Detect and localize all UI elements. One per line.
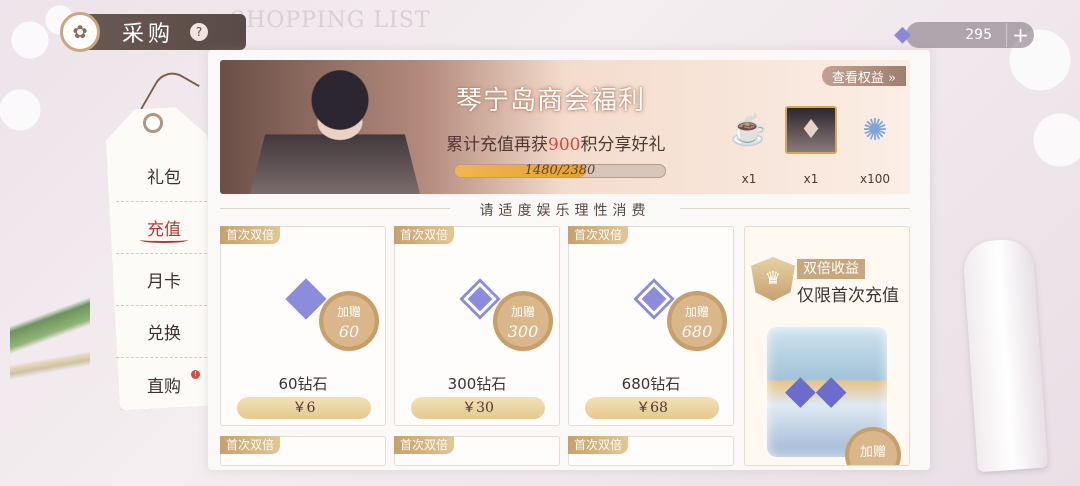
product-card-300[interactable]: 首次双倍 ◈ 加赠 300 300钻石 ￥30 — [394, 226, 560, 426]
diamond-icon: ◆ — [894, 22, 911, 47]
nav-label: 直购 — [147, 376, 181, 397]
character-illustration — [250, 60, 420, 194]
diamond-amount: 295 — [965, 27, 992, 43]
banner-points: 900 — [548, 135, 581, 155]
product-name: 300钻石 — [447, 375, 507, 393]
crown-shield-icon: ♛ — [751, 257, 795, 301]
reward-coffee[interactable]: ☕ x1 — [720, 106, 778, 187]
banner-sub-pre: 累计充值再获 — [446, 135, 548, 155]
bonus-seal: 加赠 60 — [319, 291, 379, 351]
bonus-label: 加赠 — [684, 305, 709, 319]
bonus-label: 加赠 — [510, 305, 535, 319]
coin-icon: ✺ — [862, 112, 888, 148]
first-double-badge: 首次双倍 — [568, 226, 629, 244]
nav-item-gift-pack[interactable]: 礼包 — [116, 150, 212, 202]
progress-text: 1480/2380 — [524, 163, 596, 178]
reward-qty: x1 — [741, 172, 757, 186]
shop-header: ✿ 采购 ? — [60, 12, 246, 52]
bonus-seal: 加赠 300 — [493, 291, 553, 351]
nav-label: 兑换 — [147, 324, 181, 344]
banner-subtitle: 累计充值再获900积分享好礼 — [446, 130, 665, 155]
buy-button[interactable]: ￥6 — [237, 397, 371, 419]
reward-qty: x1 — [803, 172, 819, 186]
bonus-seal: 加赠 680 — [667, 291, 727, 351]
chest-diamonds-icon: ◆◆ — [785, 367, 847, 413]
product-name: 680钻石 — [621, 375, 681, 393]
reward-qty: x100 — [859, 172, 890, 186]
product-card-680[interactable]: 首次双倍 ◈ 加赠 680 680钻石 ￥68 — [568, 226, 734, 426]
product-card-row2[interactable]: 首次双倍 — [220, 436, 386, 466]
tag-hole — [143, 113, 163, 133]
product-card-row2[interactable]: 首次双倍 — [568, 436, 734, 466]
page-title: 采购 — [122, 22, 175, 47]
bonus-amount: 60 — [338, 322, 360, 341]
nav-item-monthly-card[interactable]: 月卡 — [116, 254, 212, 306]
first-double-badge: 首次双倍 — [568, 436, 629, 454]
nav-label: 月卡 — [147, 272, 181, 292]
character-card-icon: ♦ — [785, 106, 837, 154]
bonus-amount: 680 — [681, 322, 713, 341]
spending-notice: 请适度娱乐理性消费 — [220, 200, 910, 220]
banner-title: 琴宁岛商会福利 — [456, 86, 646, 116]
first-double-badge: 首次双倍 — [394, 226, 455, 244]
view-benefits-button[interactable]: 查看权益 » — [821, 66, 906, 86]
reward-coin[interactable]: ✺ x100 — [846, 106, 904, 187]
notification-dot: ! — [191, 370, 200, 379]
add-diamond-button[interactable]: + — [1006, 23, 1034, 47]
nav-label: 充值 — [147, 220, 181, 240]
first-double-badge: 首次双倍 — [394, 436, 455, 454]
butterfly-icon: ✿ — [60, 12, 100, 52]
promo-title: 仅限首次充值 — [797, 286, 899, 306]
side-nav: 礼包 充值 月卡 兑换 直购! — [116, 150, 212, 410]
bonus-label: 加赠 — [336, 305, 361, 319]
nav-item-recharge[interactable]: 充值 — [116, 202, 212, 254]
banner-sub-post: 积分享好礼 — [580, 135, 666, 155]
nav-item-exchange[interactable]: 兑换 — [116, 306, 212, 358]
buy-button[interactable]: ￥68 — [585, 397, 719, 419]
buy-button[interactable]: ￥30 — [411, 397, 545, 419]
coffee-icon: ☕ — [730, 112, 768, 148]
reward-character-card[interactable]: ♦ x1 — [782, 106, 840, 186]
double-income-tag: 双倍收益 — [797, 259, 865, 279]
product-card-row2[interactable]: 首次双倍 — [394, 436, 560, 466]
first-double-badge: 首次双倍 — [220, 226, 281, 244]
nav-item-direct-purchase[interactable]: 直购! — [116, 358, 212, 410]
scroll-decoration — [962, 237, 1048, 473]
plant-decoration — [10, 200, 90, 486]
help-icon[interactable]: ? — [190, 23, 209, 41]
shopping-list-watermark: SHOPPING LIST — [230, 8, 431, 33]
first-recharge-promo[interactable]: ♛ 双倍收益 仅限首次充值 ◆◆ 加赠 — [744, 226, 910, 466]
first-double-badge: 首次双倍 — [220, 436, 281, 454]
product-name: 60钻石 — [278, 375, 328, 393]
promo-banner: 琴宁岛商会福利 累计充值再获900积分享好礼 1480/2380 查看权益 » … — [220, 60, 910, 194]
nav-label: 礼包 — [147, 168, 181, 188]
product-card-60[interactable]: 首次双倍 ◆ 加赠 60 60钻石 ￥6 — [220, 226, 386, 426]
diamond-currency: ◆ 295 + — [894, 22, 1034, 48]
bonus-amount: 300 — [507, 322, 539, 341]
